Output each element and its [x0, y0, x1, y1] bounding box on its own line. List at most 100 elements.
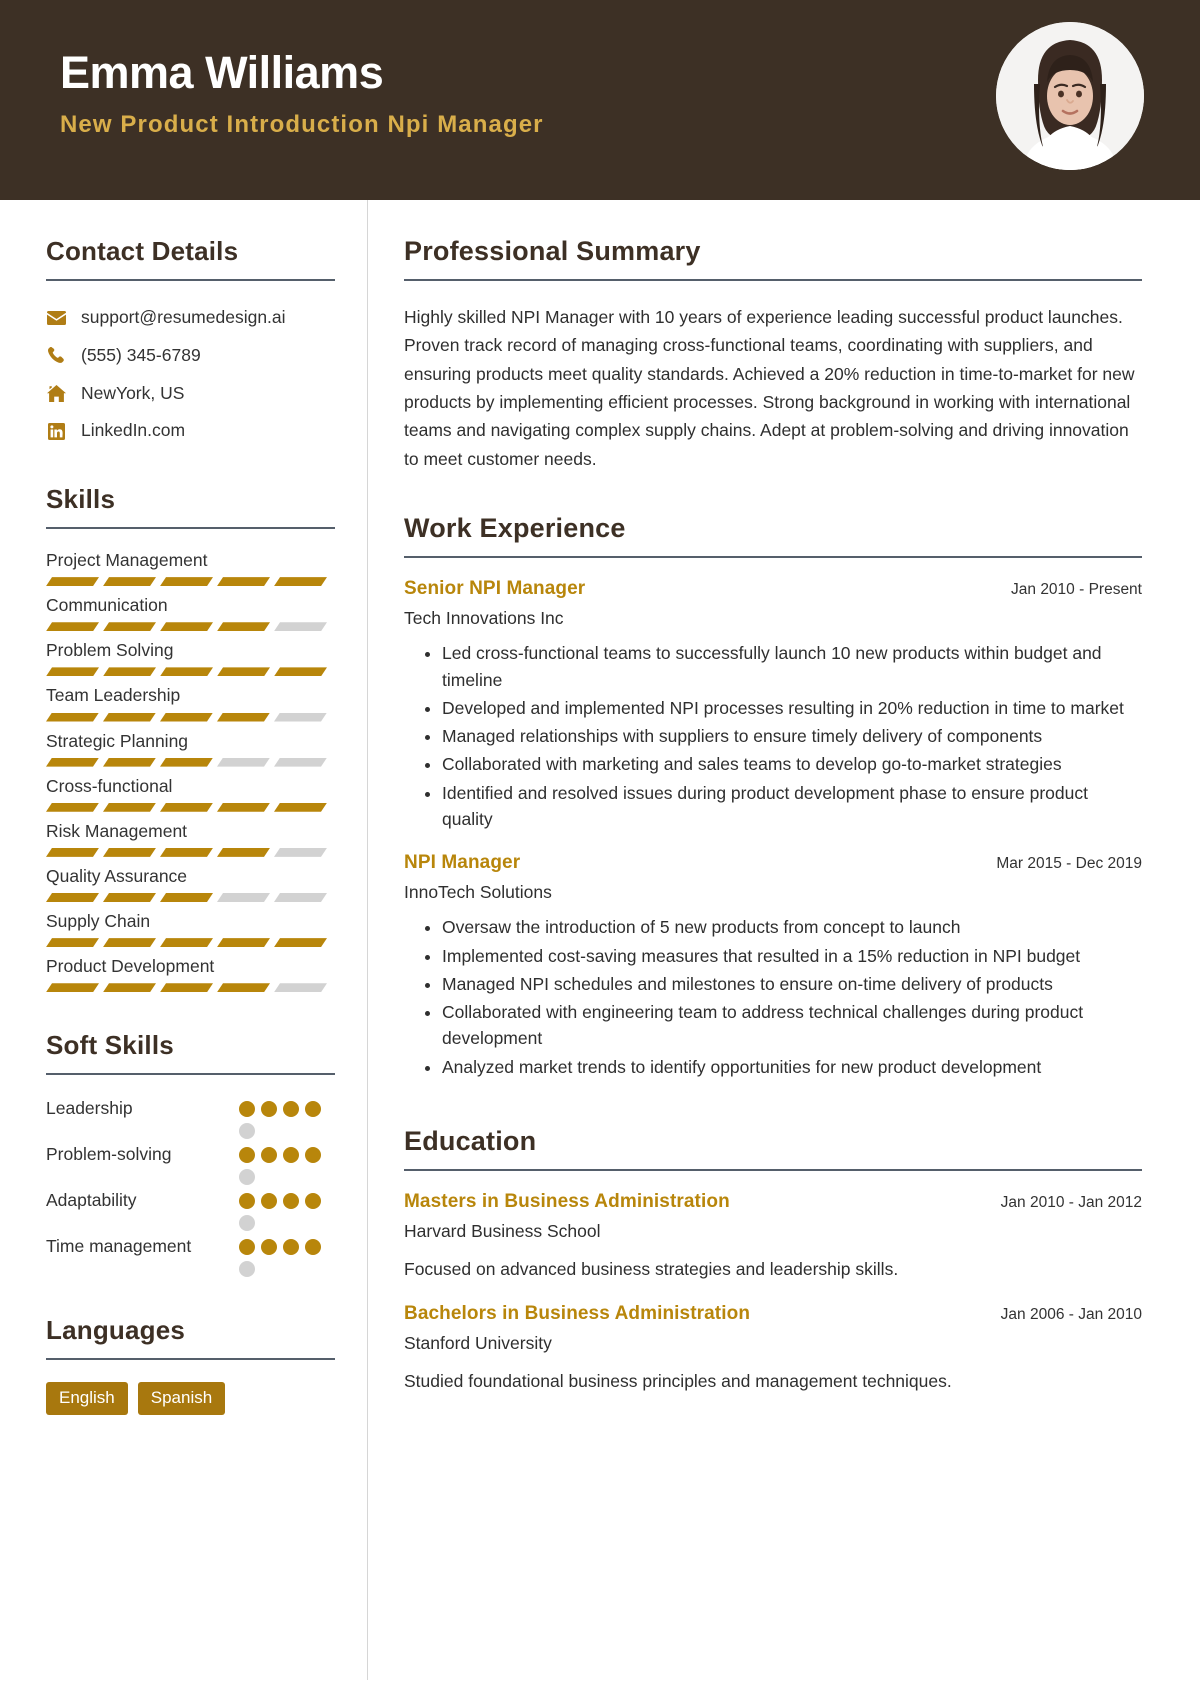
section-divider [404, 556, 1142, 559]
skill-level-bar [46, 622, 335, 631]
rating-dot [305, 1147, 321, 1164]
rating-dot [239, 1239, 255, 1256]
skill-level-bar [46, 848, 335, 857]
skill-bar-segment [217, 848, 270, 857]
skill-bar-segment [160, 938, 213, 947]
skill-level-bar [46, 577, 335, 586]
rating-dot [261, 1147, 277, 1164]
skill-bar-segment [103, 938, 156, 947]
rating-dot [239, 1215, 255, 1232]
skill-bar-segment [217, 803, 270, 812]
job-role-title: Senior NPI Manager [404, 578, 586, 600]
job-date-range: Jan 2010 - Present [1011, 581, 1142, 599]
skill-bar-segment [46, 893, 99, 902]
rating-dot [283, 1193, 299, 1210]
contact-location-value: NewYork, US [81, 382, 185, 403]
skill-bar-segment [217, 983, 270, 992]
skill-label: Project Management [46, 550, 208, 570]
rating-dot [283, 1239, 299, 1256]
skill-bar-segment [217, 758, 270, 767]
skill-label: Quality Assurance [46, 865, 188, 886]
school-name: Harvard Business School [404, 1220, 601, 1241]
skill-bar-segment [103, 713, 156, 722]
skill-bar-segment [274, 983, 327, 992]
skill-bar-segment [46, 667, 99, 676]
education-description: Studied foundational business principles… [404, 1371, 952, 1392]
linkedin-icon [46, 422, 67, 440]
skill-label: Problem Solving [46, 640, 174, 661]
skills-list: Project Management Communication Problem S… [46, 547, 335, 992]
skill-bar-segment [103, 803, 156, 812]
entry-header: Senior NPI Manager Jan 2010 - Present [404, 578, 1142, 600]
skill-bar-segment [103, 848, 156, 857]
rating-dot [261, 1239, 277, 1256]
skill-bar-segment [160, 848, 213, 857]
soft-skill-label: Leadership [46, 1098, 133, 1119]
education-date-range: Jan 2006 - Jan 2010 [1000, 1306, 1142, 1324]
phone-icon [46, 347, 67, 364]
summary-section-title: Professional Summary [404, 236, 701, 266]
skill-bar-segment [274, 667, 327, 676]
skill-item: Communication [46, 592, 335, 631]
education-section-title: Education [404, 1125, 537, 1156]
skill-bar-segment [274, 893, 327, 902]
skill-item: Supply Chain [46, 908, 335, 947]
skill-label: Communication [46, 595, 168, 616]
degree-title: Masters in Business Administration [404, 1190, 730, 1212]
skill-label: Cross-functional [46, 775, 173, 796]
skill-bar-segment [217, 893, 270, 902]
skill-bar-segment [160, 622, 213, 631]
contact-item-email[interactable]: support@resumedesign.ai [46, 303, 335, 333]
skill-item: Cross-functional [46, 773, 335, 812]
soft-skill-item: Adaptability [46, 1187, 335, 1232]
job-bullet: Oversaw the introduction of 5 new produc… [442, 914, 1142, 940]
soft-skill-item: Leadership [46, 1095, 335, 1140]
contact-item-location[interactable]: NewYork, US [46, 379, 335, 409]
skill-bar-segment [103, 577, 156, 586]
section-education: Education Masters in Business Administra… [404, 1126, 1142, 1396]
skill-bar-segment [160, 803, 213, 812]
languages-section-title: Languages [46, 1315, 186, 1346]
profile-photo-icon [996, 22, 1144, 170]
job-bullet: Identified and resolved issues during pr… [442, 780, 1142, 833]
resume-body: Contact Details support@resumedesign.ai … [0, 200, 1200, 1680]
section-contact-details: Contact Details support@resumedesign.ai … [46, 236, 335, 446]
section-skills: Skills Project Management Communication Pr… [46, 484, 335, 992]
contact-item-phone[interactable]: (555) 345-6789 [46, 341, 335, 371]
soft-skills-list: Leadership Problem-solving Adaptability Tim… [46, 1095, 335, 1278]
rating-dot [261, 1193, 277, 1210]
contact-section-title: Contact Details [46, 236, 239, 266]
sidebar: Contact Details support@resumedesign.ai … [0, 200, 368, 1680]
job-title: New Product Introduction Npi Manager [60, 110, 544, 138]
section-divider [46, 1358, 335, 1361]
contact-item-linkedin[interactable]: LinkedIn.com [46, 416, 335, 446]
soft-skill-item: Time management [46, 1233, 335, 1278]
skill-bar-segment [46, 577, 99, 586]
skill-bar-segment [46, 848, 99, 857]
skill-level-bar [46, 667, 335, 676]
experience-list: Senior NPI Manager Jan 2010 - Present Tech… [404, 578, 1142, 1080]
skill-bar-segment [103, 758, 156, 767]
soft-skill-rating [239, 1141, 335, 1186]
soft-skills-section-title: Soft Skills [46, 1030, 174, 1061]
contact-list: support@resumedesign.ai (555) 345-6789 N… [46, 303, 335, 446]
main-content: Professional Summary Highly skilled NPI … [368, 200, 1200, 1680]
soft-skill-rating [239, 1233, 335, 1278]
skill-item: Project Management [46, 547, 335, 586]
soft-skill-item: Problem-solving [46, 1141, 335, 1186]
skill-bar-segment [274, 713, 327, 722]
summary-text: Highly skilled NPI Manager with 10 years… [404, 307, 1135, 469]
home-icon [46, 384, 67, 402]
skill-bar-segment [274, 938, 327, 947]
avatar [996, 22, 1144, 170]
skill-bar-segment [46, 758, 99, 767]
skill-bar-segment [160, 983, 213, 992]
skill-bar-segment [103, 893, 156, 902]
skill-level-bar [46, 758, 335, 767]
skill-bar-segment [217, 577, 270, 586]
degree-title: Bachelors in Business Administration [404, 1303, 751, 1325]
section-languages: Languages English Spanish [46, 1315, 335, 1416]
languages-list: English Spanish [46, 1382, 335, 1416]
job-bullet-list: Oversaw the introduction of 5 new produc… [428, 914, 1142, 1080]
skill-bar-segment [46, 713, 99, 722]
